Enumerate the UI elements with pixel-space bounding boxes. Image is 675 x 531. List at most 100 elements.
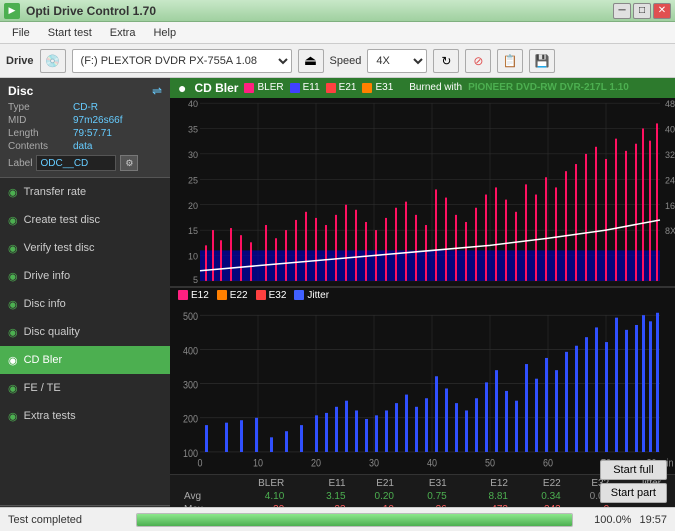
row-avg-e11: 3.15	[290, 490, 351, 503]
disc-contents-val: data	[73, 141, 92, 152]
eject-button[interactable]: ⏏	[298, 49, 324, 73]
svg-text:0: 0	[197, 285, 202, 286]
menu-file[interactable]: File	[4, 25, 38, 41]
fe-te-icon: ◉	[8, 382, 18, 395]
erase-button[interactable]: ⊘	[465, 49, 491, 73]
drivebar: Drive 💿 (F:) PLEXTOR DVDR PX-755A 1.08 ⏏…	[0, 44, 675, 78]
svg-text:48X: 48X	[665, 99, 675, 109]
legend-e31: E31	[362, 82, 393, 93]
svg-text:30: 30	[369, 285, 379, 286]
col-header-e22: E22	[514, 477, 567, 490]
row-avg-e22: 0.34	[514, 490, 567, 503]
row-avg-e21: 0.20	[352, 490, 400, 503]
svg-text:10: 10	[253, 285, 263, 286]
svg-text:40: 40	[427, 285, 437, 286]
disc-label-btn[interactable]: ⚙	[120, 155, 138, 171]
svg-text:10: 10	[253, 458, 263, 470]
close-button[interactable]: ✕	[653, 3, 671, 19]
lower-legend: E12 E22 E32 Jitter	[170, 287, 675, 303]
menu-extra[interactable]: Extra	[102, 25, 144, 41]
svg-text:8X: 8X	[665, 226, 675, 236]
legend-e22-label: E22	[230, 290, 248, 301]
sidebar-item-cd-bler[interactable]: ◉ CD Bler	[0, 346, 170, 374]
sidebar-item-drive-info[interactable]: ◉ Drive info	[0, 262, 170, 290]
verify-test-disc-icon: ◉	[8, 242, 18, 255]
svg-text:20: 20	[311, 285, 321, 286]
start-part-button[interactable]: Start part	[600, 483, 667, 503]
chart-header: ● CD Bler BLER E11 E21 E31 B	[170, 78, 675, 98]
status-text: Test completed	[8, 514, 128, 526]
svg-text:15: 15	[188, 226, 198, 236]
disc-contents-key: Contents	[8, 141, 73, 152]
legend-e32-label: E32	[269, 290, 287, 301]
speed-select[interactable]: 4X	[367, 49, 427, 73]
sidebar-item-transfer-rate[interactable]: ◉ Transfer rate	[0, 178, 170, 206]
menu-help[interactable]: Help	[145, 25, 184, 41]
disc-label-input[interactable]	[36, 155, 116, 171]
col-header-bler: BLER	[229, 477, 290, 490]
svg-text:10: 10	[188, 251, 198, 261]
drive-select[interactable]: (F:) PLEXTOR DVDR PX-755A 1.08	[72, 49, 292, 73]
upper-chart-svg: 40 35 30 25 20 15 10 5 48X 40X 32X 24X 1…	[170, 98, 675, 286]
legend-e12-label: E12	[191, 290, 209, 301]
legend-bler-label: BLER	[257, 82, 283, 93]
progress-bar-fill	[137, 514, 572, 526]
disc-arrow[interactable]: ⇌	[152, 84, 162, 98]
col-header-e31: E31	[400, 477, 453, 490]
svg-text:50: 50	[485, 285, 495, 286]
disc-panel: Disc ⇌ Type CD-R MID 97m26s66f Length 79…	[0, 78, 170, 178]
save-button[interactable]: 💾	[529, 49, 555, 73]
disc-type-key: Type	[8, 102, 73, 113]
action-buttons: Start full Start part	[600, 460, 667, 503]
upper-chart: 40 35 30 25 20 15 10 5 48X 40X 32X 24X 1…	[170, 98, 675, 287]
svg-text:70: 70	[601, 285, 611, 286]
svg-text:20: 20	[311, 458, 321, 470]
sidebar-item-label: Verify test disc	[24, 242, 95, 254]
svg-text:100: 100	[183, 448, 198, 460]
menu-start-test[interactable]: Start test	[40, 25, 100, 41]
legend-jitter-label: Jitter	[307, 290, 329, 301]
legend-e21-label: E21	[339, 82, 357, 93]
col-header-e12: E12	[453, 477, 514, 490]
row-avg-e12: 8.81	[453, 490, 514, 503]
copy-button[interactable]: 📋	[497, 49, 523, 73]
sidebar-item-verify-test-disc[interactable]: ◉ Verify test disc	[0, 234, 170, 262]
col-header-label	[178, 477, 229, 490]
svg-text:300: 300	[183, 380, 198, 392]
start-full-button[interactable]: Start full	[600, 460, 667, 480]
disc-quality-icon: ◉	[8, 326, 18, 339]
svg-text:0: 0	[197, 458, 202, 470]
lower-chart: 500 400 300 200 100 0 10 20 30 40 50 60 …	[170, 303, 675, 474]
legend-e12: E12	[178, 290, 209, 301]
drive-info-icon: ◉	[8, 270, 18, 283]
disc-mid-val: 97m26s66f	[73, 115, 122, 126]
statusbar: Test completed 100.0% 19:57	[0, 507, 675, 531]
sidebar-menu: ◉ Transfer rate ◉ Create test disc ◉ Ver…	[0, 178, 170, 505]
svg-text:50: 50	[485, 458, 495, 470]
row-label-avg: Avg	[178, 490, 229, 503]
sidebar-item-label: Disc info	[24, 298, 66, 310]
legend-e11: E11	[290, 82, 320, 93]
drive-label: Drive	[6, 55, 34, 67]
legend-e22: E22	[217, 290, 248, 301]
minimize-button[interactable]: ─	[613, 3, 631, 19]
svg-text:16X: 16X	[665, 200, 675, 210]
svg-text:500: 500	[183, 311, 198, 323]
sidebar-item-extra-tests[interactable]: ◉ Extra tests	[0, 402, 170, 430]
row-avg-bler: 4.10	[229, 490, 290, 503]
sidebar-item-create-test-disc[interactable]: ◉ Create test disc	[0, 206, 170, 234]
maximize-button[interactable]: □	[633, 3, 651, 19]
svg-text:30: 30	[369, 458, 379, 470]
svg-text:40X: 40X	[665, 124, 675, 134]
svg-text:80 min: 80 min	[647, 285, 674, 286]
sidebar-item-disc-quality[interactable]: ◉ Disc quality	[0, 318, 170, 346]
sidebar-item-label: Create test disc	[24, 214, 100, 226]
sidebar-item-fe-te[interactable]: ◉ FE / TE	[0, 374, 170, 402]
transfer-rate-icon: ◉	[8, 186, 18, 199]
sidebar-item-disc-info[interactable]: ◉ Disc info	[0, 290, 170, 318]
progress-label: 100.0%	[581, 514, 631, 526]
create-test-disc-icon: ◉	[8, 214, 18, 227]
drive-icon[interactable]: 💿	[40, 49, 66, 73]
legend-jitter: Jitter	[294, 290, 329, 301]
refresh-button[interactable]: ↻	[433, 49, 459, 73]
